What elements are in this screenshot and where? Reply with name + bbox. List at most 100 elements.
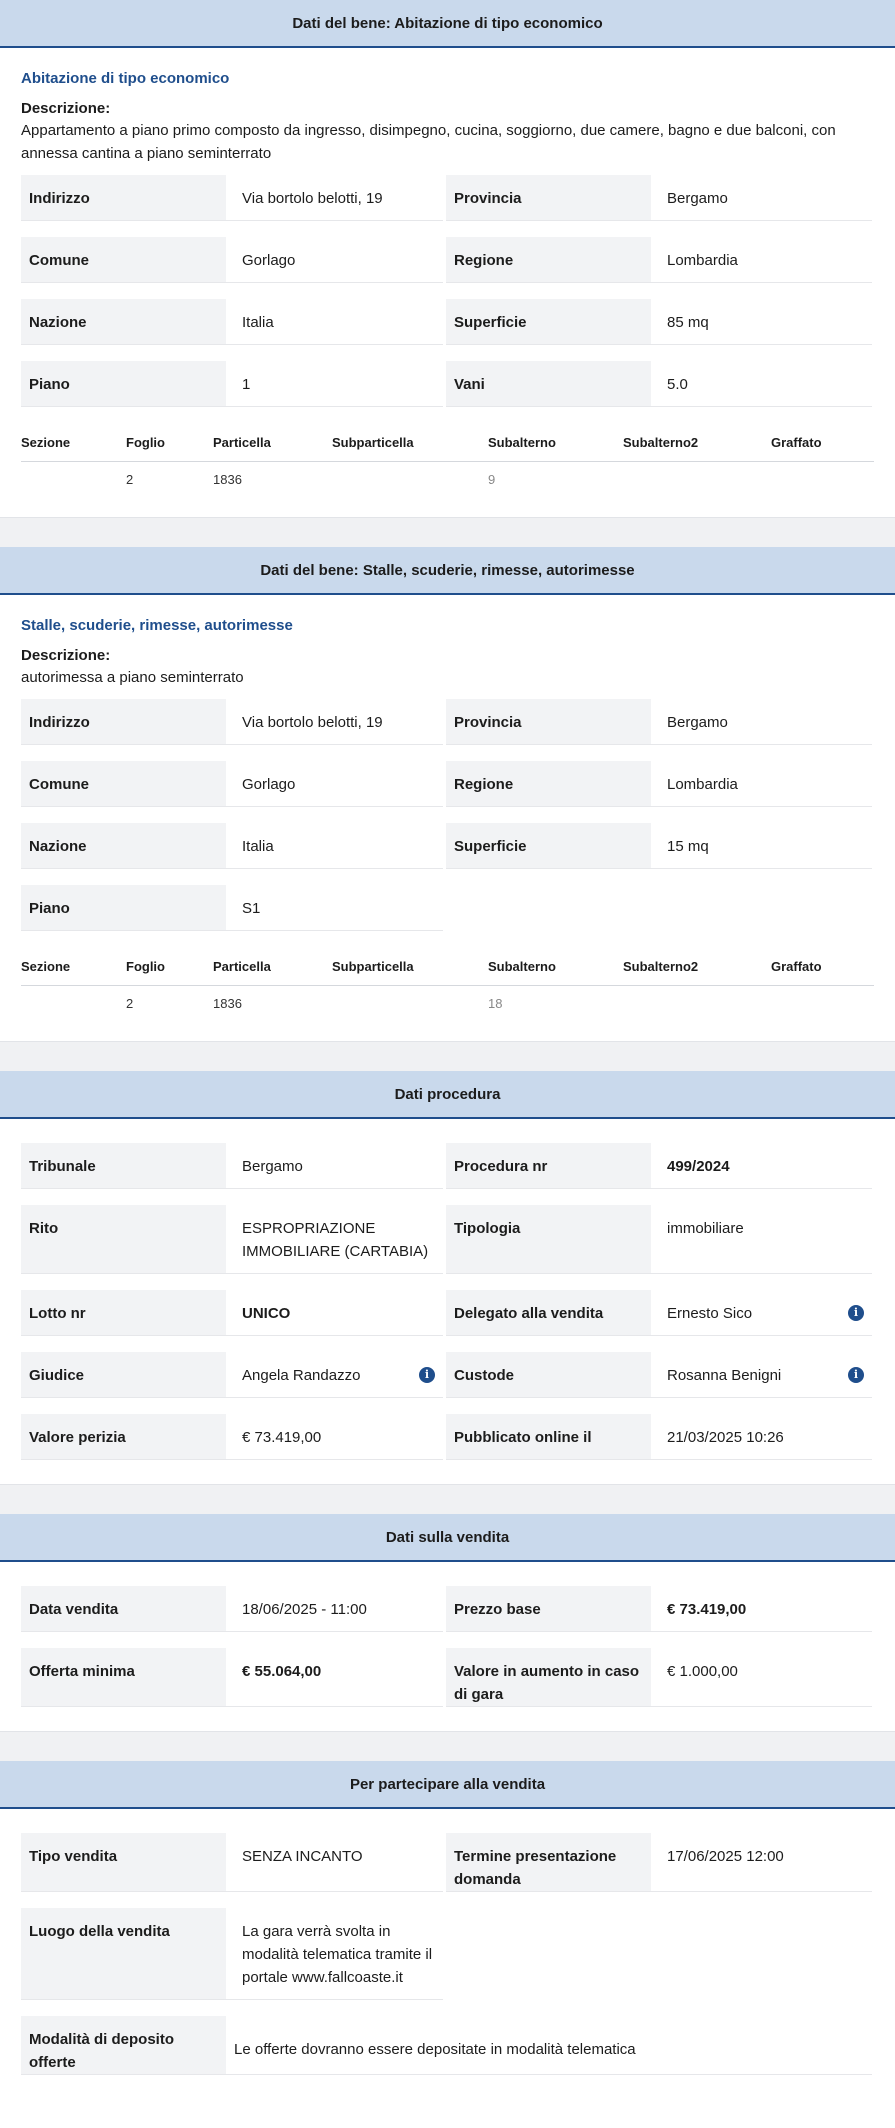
asset-details-grid: Indirizzo Via bortolo belotti, 19 Provin… xyxy=(21,175,874,407)
vendita-grid: Data vendita 18/06/2025 - 11:00 Prezzo b… xyxy=(21,1586,874,1707)
catasto-table: Sezione Foglio Particella Subparticella … xyxy=(21,431,874,493)
field-value-regione: Lombardia xyxy=(651,237,872,283)
field-label: Indirizzo xyxy=(21,699,226,745)
field-label: Provincia xyxy=(446,175,651,221)
asset-title: Stalle, scuderie, rimesse, autorimesse xyxy=(21,617,293,634)
field-label: Offerta minima xyxy=(21,1648,226,1707)
field-label: Superficie xyxy=(446,823,651,869)
field-label: Pubblicato online il xyxy=(446,1414,651,1460)
field-label: Lotto nr xyxy=(21,1290,226,1336)
info-icon[interactable]: i xyxy=(419,1367,435,1383)
field-value-comune: Gorlago xyxy=(226,237,443,283)
field-label: Rito xyxy=(21,1205,226,1274)
field-value-prezzo-base: € 73.419,00 xyxy=(651,1586,872,1632)
catasto-table: Sezione Foglio Particella Subparticella … xyxy=(21,955,874,1017)
table-cell: 9 xyxy=(488,472,496,487)
empty-cell xyxy=(446,1908,651,2000)
table-cell xyxy=(771,462,874,494)
table-cell xyxy=(623,462,771,494)
field-label: Comune xyxy=(21,237,226,283)
field-value-custode: Rosanna Benigni i xyxy=(651,1352,872,1398)
giudice-name: Angela Randazzo xyxy=(242,1367,361,1384)
field-label: Modalità di deposito offerte xyxy=(21,2016,226,2075)
section-divider xyxy=(0,1041,895,1071)
field-label: Tipo vendita xyxy=(21,1833,226,1892)
field-value-superficie: 85 mq xyxy=(651,299,872,345)
section-divider xyxy=(0,517,895,547)
description-label: Descrizione: xyxy=(21,100,111,117)
table-cell: 2 xyxy=(126,996,134,1011)
table-header: Subalterno xyxy=(488,431,623,462)
field-value-indirizzo: Via bortolo belotti, 19 xyxy=(226,699,443,745)
info-icon[interactable]: i xyxy=(848,1367,864,1383)
asset-details-grid: Indirizzo Via bortolo belotti, 19 Provin… xyxy=(21,699,874,931)
field-label: Regione xyxy=(446,237,651,283)
table-row: 2 1836 18 xyxy=(21,986,874,1018)
field-label: Data vendita xyxy=(21,1586,226,1632)
field-value-pubblicato: 21/03/2025 10:26 xyxy=(651,1414,872,1460)
section-header: Dati del bene: Stalle, scuderie, rimesse… xyxy=(0,547,895,595)
section-bene-1: Dati del bene: Abitazione di tipo econom… xyxy=(0,0,895,517)
field-label: Custode xyxy=(446,1352,651,1398)
field-label: Valore in aumento in caso di gara xyxy=(446,1648,651,1707)
field-value-procedura: 499/2024 xyxy=(651,1143,872,1189)
field-value-tipologia: immobiliare xyxy=(651,1205,872,1274)
field-value-indirizzo: Via bortolo belotti, 19 xyxy=(226,175,443,221)
field-label: Piano xyxy=(21,361,226,407)
field-value-offerta-minima: € 55.064,00 xyxy=(226,1648,443,1707)
empty-cell xyxy=(446,885,651,931)
table-cell xyxy=(332,462,488,494)
field-label: Regione xyxy=(446,761,651,807)
table-header: Sezione xyxy=(21,955,126,986)
section-header: Dati procedura xyxy=(0,1071,895,1119)
field-value-tribunale: Bergamo xyxy=(226,1143,443,1189)
table-cell: 2 xyxy=(126,472,134,487)
table-cell xyxy=(623,986,771,1018)
field-value-deposito: Le offerte dovranno essere depositate in… xyxy=(226,2016,872,2075)
deposito-row: Modalità di deposito offerte Le offerte … xyxy=(21,2016,874,2075)
table-header: Foglio xyxy=(126,955,213,986)
field-value-vani: 5.0 xyxy=(651,361,872,407)
field-value-termine: 17/06/2025 12:00 xyxy=(651,1833,872,1892)
section-vendita: Dati sulla vendita Data vendita 18/06/20… xyxy=(0,1514,895,1731)
table-cell xyxy=(21,462,126,494)
table-row: 2 1836 9 xyxy=(21,462,874,494)
field-value-nazione: Italia xyxy=(226,299,443,345)
field-value-regione: Lombardia xyxy=(651,761,872,807)
field-label: Nazione xyxy=(21,823,226,869)
table-cell: 1836 xyxy=(213,996,242,1011)
table-cell: 1836 xyxy=(213,472,242,487)
section-divider xyxy=(0,1731,895,1761)
field-label: Superficie xyxy=(446,299,651,345)
field-value-provincia: Bergamo xyxy=(651,175,872,221)
field-value-valore-perizia: € 73.419,00 xyxy=(226,1414,443,1460)
field-value-piano: 1 xyxy=(226,361,443,407)
field-value-piano: S1 xyxy=(226,885,443,931)
custode-name: Rosanna Benigni xyxy=(667,1367,782,1384)
table-cell xyxy=(332,986,488,1018)
asset-title: Abitazione di tipo economico xyxy=(21,70,230,87)
table-header: Graffato xyxy=(771,955,874,986)
description-label: Descrizione: xyxy=(21,647,111,664)
table-cell xyxy=(771,986,874,1018)
section-header: Dati sulla vendita xyxy=(0,1514,895,1562)
table-header: Foglio xyxy=(126,431,213,462)
empty-cell xyxy=(651,885,872,931)
field-label: Luogo della vendita xyxy=(21,1908,226,2000)
field-value-aumento: € 1.000,00 xyxy=(651,1648,872,1707)
table-cell: 18 xyxy=(488,996,503,1011)
field-value-provincia: Bergamo xyxy=(651,699,872,745)
field-label: Comune xyxy=(21,761,226,807)
procedura-grid: Tribunale Bergamo Procedura nr 499/2024 … xyxy=(21,1143,874,1460)
info-icon[interactable]: i xyxy=(848,1305,864,1321)
field-value-nazione: Italia xyxy=(226,823,443,869)
field-label: Termine presentazione domanda xyxy=(446,1833,651,1892)
description-text: autorimessa a piano seminterrato xyxy=(21,669,244,686)
field-label: Procedura nr xyxy=(446,1143,651,1189)
empty-cell xyxy=(651,1908,872,2000)
table-header: Particella xyxy=(213,431,332,462)
field-value-rito: ESPROPRIAZIONE IMMOBILIARE (CARTABIA) xyxy=(226,1205,443,1274)
section-header: Dati del bene: Abitazione di tipo econom… xyxy=(0,0,895,48)
field-value-luogo: La gara verrà svolta in modalità telemat… xyxy=(226,1908,443,2000)
field-value-superficie: 15 mq xyxy=(651,823,872,869)
